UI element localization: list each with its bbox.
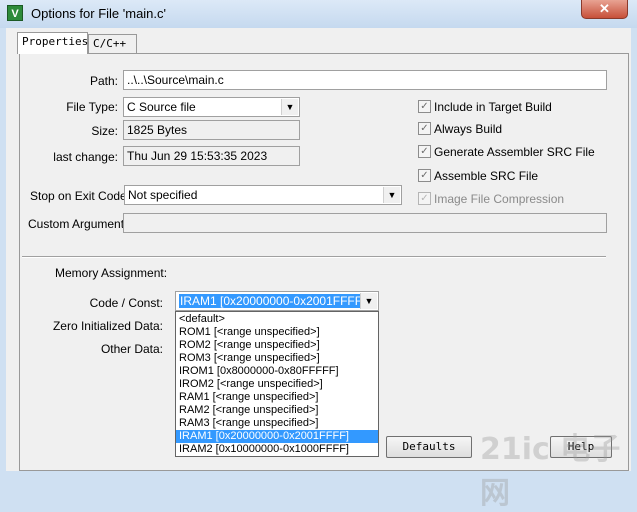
dropdown-option[interactable]: ROM1 [<range unspecified>] xyxy=(176,326,378,339)
assemble-src-checkbox[interactable]: ✓ xyxy=(418,169,431,182)
app-icon: V xyxy=(7,5,23,21)
always-build-label: Always Build xyxy=(434,122,503,136)
defaults-button[interactable]: Defaults xyxy=(386,436,472,458)
custom-args-label: Custom Arguments: xyxy=(28,217,134,231)
path-label: Path: xyxy=(89,74,118,88)
path-field[interactable]: ..\..\Source\main.c xyxy=(123,70,607,90)
file-type-label: File Type: xyxy=(66,100,118,114)
close-button[interactable]: ✕ xyxy=(581,0,628,19)
dropdown-option[interactable]: ROM2 [<range unspecified>] xyxy=(176,339,378,352)
chevron-down-icon[interactable]: ▼ xyxy=(281,99,298,115)
dropdown-option[interactable]: IROM1 [0x8000000-0x80FFFFF] xyxy=(176,365,378,378)
dropdown-option[interactable]: <default> xyxy=(176,313,378,326)
size-field: 1825 Bytes xyxy=(123,120,300,140)
assemble-src-label: Assemble SRC File xyxy=(434,169,539,183)
stop-exit-value: Not specified xyxy=(128,188,198,202)
watermark-logo: 21ic 电子网 xyxy=(480,432,621,511)
memory-assignment-label: Memory Assignment: xyxy=(55,266,168,280)
tab-properties[interactable]: Properties xyxy=(17,32,88,54)
image-compression-checkbox: ✓ xyxy=(418,192,431,205)
dropdown-option[interactable]: IROM2 [<range unspecified>] xyxy=(176,378,378,391)
dropdown-option[interactable]: RAM3 [<range unspecified>] xyxy=(176,417,378,430)
last-change-field: Thu Jun 29 15:53:35 2023 xyxy=(123,146,300,166)
dropdown-option[interactable]: IRAM2 [0x10000000-0x1000FFFF] xyxy=(176,443,378,456)
window-title: Options for File 'main.c' xyxy=(31,6,167,21)
separator xyxy=(22,256,606,258)
title-bar: V Options for File 'main.c' ✕ xyxy=(0,0,637,28)
always-build-checkbox[interactable]: ✓ xyxy=(418,122,431,135)
custom-args-field[interactable] xyxy=(123,213,607,233)
generate-asm-checkbox[interactable]: ✓ xyxy=(418,145,431,158)
dropdown-option[interactable]: RAM2 [<range unspecified>] xyxy=(176,404,378,417)
code-const-dropdown: <default> ROM1 [<range unspecified>] ROM… xyxy=(175,311,379,457)
image-compression-label: Image File Compression xyxy=(434,192,565,206)
dropdown-option-highlighted[interactable]: IRAM1 [0x20000000-0x2001FFFF] xyxy=(176,430,378,443)
zero-init-label: Zero Initialized Data: xyxy=(52,319,163,333)
file-type-select[interactable]: C Source file ▼ xyxy=(123,97,300,117)
chevron-down-icon[interactable]: ▼ xyxy=(360,293,377,309)
file-type-value: C Source file xyxy=(127,100,196,114)
include-build-checkbox[interactable]: ✓ xyxy=(418,100,431,113)
code-const-label: Code / Const: xyxy=(89,296,163,310)
code-const-select[interactable]: IRAM1 [0x20000000-0x2001FFFF] ▼ xyxy=(175,291,379,311)
other-data-label: Other Data: xyxy=(100,342,163,356)
chevron-down-icon[interactable]: ▼ xyxy=(383,187,400,203)
last-change-label: last change: xyxy=(53,150,118,164)
code-const-value: IRAM1 [0x20000000-0x2001FFFF] xyxy=(179,294,367,308)
tab-c-cpp[interactable]: C/C++ xyxy=(88,34,137,53)
dropdown-option[interactable]: ROM3 [<range unspecified>] xyxy=(176,352,378,365)
include-build-label: Include in Target Build xyxy=(434,100,552,114)
generate-asm-label: Generate Assembler SRC File xyxy=(434,145,595,159)
size-label: Size: xyxy=(91,124,118,138)
dropdown-option[interactable]: RAM1 [<range unspecified>] xyxy=(176,391,378,404)
stop-exit-select[interactable]: Not specified ▼ xyxy=(124,185,402,205)
stop-exit-label: Stop on Exit Code: xyxy=(30,189,131,203)
